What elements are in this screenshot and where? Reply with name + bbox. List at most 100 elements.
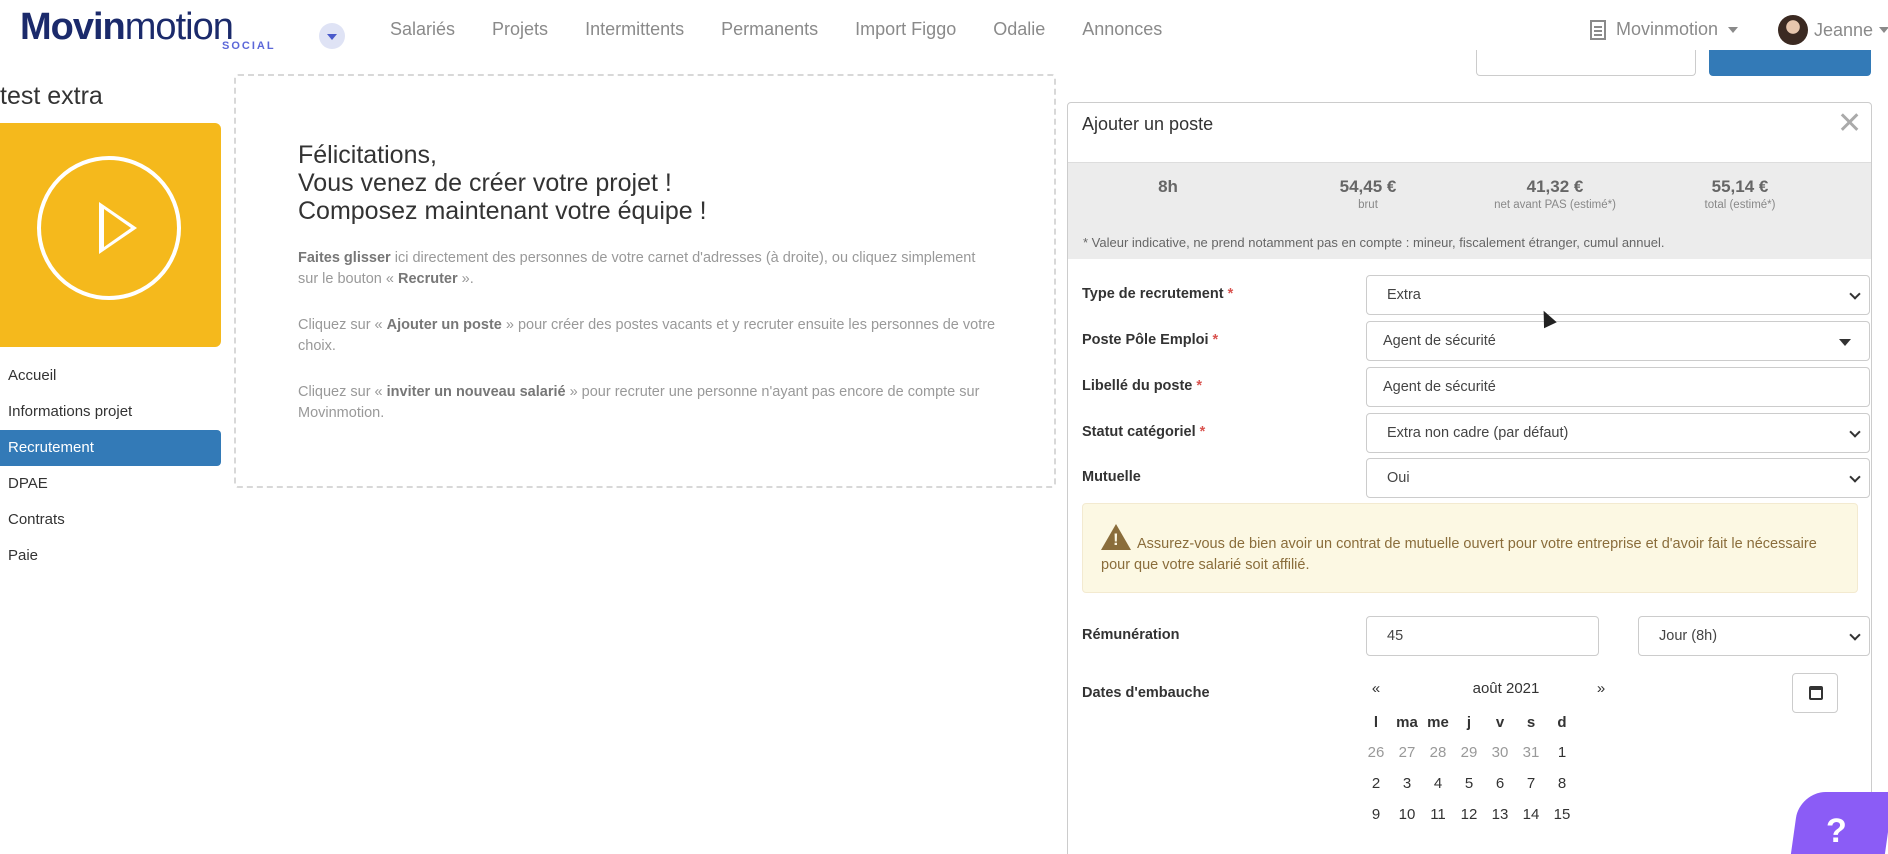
calendar-day[interactable]: 4 [1426,775,1450,792]
recruitment-type-label: Type de recrutement [1082,286,1224,302]
sidebar-item-dpae[interactable]: DPAE [0,466,221,502]
nav-dropdown-toggle[interactable] [319,23,345,49]
mutuelle-row: Mutuelle Oui [1082,458,1870,498]
chevron-down-icon [1849,629,1861,641]
calendar-day[interactable]: 30 [1488,744,1512,761]
calendar-day[interactable]: 12 [1457,806,1481,823]
chevron-down-icon [1728,26,1739,33]
sidebar-item-accueil[interactable]: Accueil [0,358,221,394]
calendar-prev-button[interactable]: « [1366,680,1386,697]
sidebar-item-recrutement[interactable]: Recrutement [0,430,221,466]
calendar-day[interactable]: 13 [1488,806,1512,823]
nav-link-intermittents[interactable]: Intermittents [585,19,684,40]
summary-net: 41,32 € net avant PAS (estimé*) [1494,177,1616,211]
chevron-down-icon [1849,288,1861,300]
project-title: test extra [0,82,103,110]
calendar-day[interactable]: 2 [1364,775,1388,792]
chevron-down-icon [1879,27,1888,33]
panel-title: Ajouter un poste [1082,114,1214,134]
help-icon[interactable]: ? [1826,812,1847,851]
recruitment-dropzone[interactable]: Félicitations, Vous venez de créer votre… [234,74,1056,488]
caret-down-icon [1839,339,1851,346]
help-text-invite: Cliquez sur « inviter un nouveau salarié… [298,384,980,421]
nav-link-permanents[interactable]: Permanents [721,19,818,40]
partial-button-secondary[interactable] [1476,50,1696,76]
main-nav: Salariés Projets Intermittents Permanents Im… [390,19,1199,40]
calendar-weekday: ma [1396,714,1418,731]
project-sidebar: Accueil Informations projet Recrutement DPA… [0,358,221,574]
calendar-day[interactable]: 27 [1395,744,1419,761]
calendar-day[interactable]: 15 [1550,806,1574,823]
cost-summary: 8h 54,45 € brut 41,32 € net avant PAS (e… [1068,163,1871,259]
nav-link-import-figgo[interactable]: Import Figgo [855,19,956,40]
calendar-weekday: me [1427,714,1449,731]
tutorial-video[interactable] [0,123,221,347]
movinmotion-logo[interactable]: Movinmotion SOCIAL [20,6,275,54]
welcome-heading: Félicitations, Vous venez de créer votre… [298,141,707,225]
remuneration-label: Rémunération [1082,627,1180,643]
job-label-label: Libellé du poste [1082,378,1193,394]
sidebar-item-contrats[interactable]: Contrats [0,502,221,538]
panel-header: Ajouter un poste ✕ [1068,103,1871,163]
hire-dates-label: Dates d'embauche [1082,685,1210,701]
close-icon[interactable]: ✕ [1837,109,1862,139]
nav-link-projets[interactable]: Projets [492,19,548,40]
org-switcher[interactable]: Movinmotion [1590,19,1739,40]
mutuelle-select[interactable]: Oui [1366,458,1870,498]
remuneration-unit-select[interactable]: Jour (8h) [1638,616,1870,656]
calendar-toggle-button[interactable] [1792,673,1838,713]
summary-total: 55,14 € total (estimé*) [1704,177,1776,211]
calendar-icon [1809,686,1823,700]
calendar-day[interactable]: 28 [1426,744,1450,761]
logo-wordmark: Movinmotion [20,6,234,48]
partial-button-primary[interactable] [1709,50,1871,76]
calendar-day[interactable]: 9 [1364,806,1388,823]
calendar-day[interactable]: 29 [1457,744,1481,761]
job-label-row: Libellé du poste * Agent de sécurité [1082,367,1870,407]
calendar-weekday: s [1526,714,1536,731]
recruitment-type-select[interactable]: Extra [1366,275,1870,315]
calendar-day[interactable]: 3 [1395,775,1419,792]
avatar [1778,15,1808,45]
calendar-day[interactable]: 31 [1519,744,1543,761]
nav-link-annonces[interactable]: Annonces [1082,19,1162,40]
remuneration-row: Rémunération 45 Jour (8h) [1082,616,1870,656]
calendar-weekday: j [1466,714,1472,731]
status-label: Statut catégoriel [1082,424,1196,440]
calendar-day[interactable]: 6 [1488,775,1512,792]
user-name: Jeanne [1814,19,1874,40]
calendar-day[interactable]: 11 [1426,806,1450,823]
nav-link-odalie[interactable]: Odalie [993,19,1045,40]
job-title-pe-row: Poste Pôle Emploi * Agent de sécurité [1082,321,1870,361]
help-text-drag: Faites glisser ici directement des perso… [298,250,976,287]
calendar-weekday: v [1495,714,1505,731]
recruitment-type-row: Type de recrutement * Extra [1082,275,1870,315]
calendar-day[interactable]: 5 [1457,775,1481,792]
job-label-input[interactable]: Agent de sécurité [1366,367,1870,407]
calendar-day[interactable]: 8 [1550,775,1574,792]
summary-hours: 8h [1158,177,1178,196]
user-menu[interactable]: Jeanne [1778,15,1888,45]
calendar-day[interactable]: 14 [1519,806,1543,823]
calendar-day[interactable]: 10 [1395,806,1419,823]
calendar-header: « août 2021 » [1366,676,1766,706]
sidebar-item-paie[interactable]: Paie [0,538,221,574]
calendar-next-button[interactable]: » [1591,680,1611,697]
calendar-weekday: l [1373,714,1379,731]
mutuelle-label: Mutuelle [1082,469,1141,485]
calendar-day[interactable]: 26 [1364,744,1388,761]
job-pe-select[interactable]: Agent de sécurité [1366,321,1870,361]
mutuelle-warning: Assurez-vous de bien avoir un contrat de… [1082,503,1858,593]
status-select[interactable]: Extra non cadre (par défaut) [1366,413,1870,453]
org-name: Movinmotion [1616,19,1719,39]
building-icon [1590,19,1606,40]
add-post-panel: Ajouter un poste ✕ 8h 54,45 € brut 41,32… [1067,102,1872,854]
summary-note: * Valeur indicative, ne prend notamment … [1083,235,1665,250]
job-pe-label: Poste Pôle Emploi [1082,332,1209,348]
app-window: { "brand": { "logo_main_bold": "Movin", … [0,0,1888,854]
calendar-day[interactable]: 7 [1519,775,1543,792]
sidebar-item-informations-projet[interactable]: Informations projet [0,394,221,430]
calendar-day[interactable]: 1 [1550,744,1574,761]
nav-link-salari-s[interactable]: Salariés [390,19,455,40]
remuneration-input[interactable]: 45 [1366,616,1599,656]
